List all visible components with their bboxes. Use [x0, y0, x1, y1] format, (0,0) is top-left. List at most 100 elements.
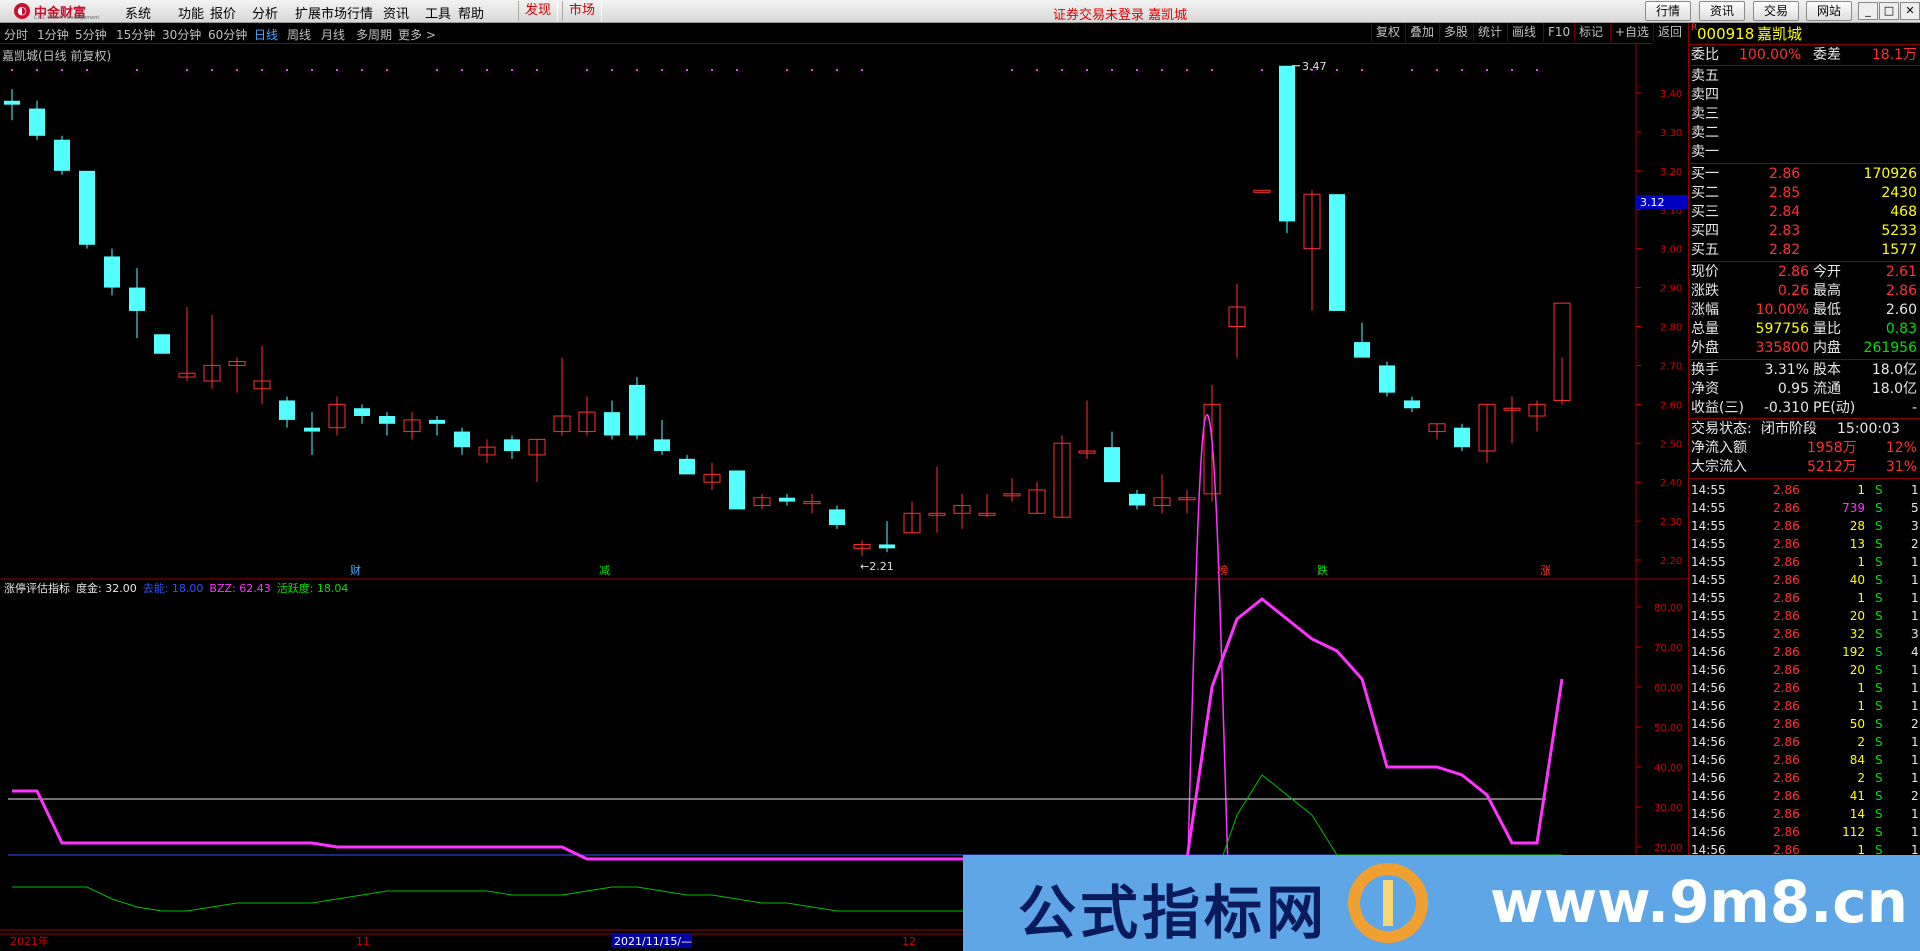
tick-row: 14:56 2.86 112 S 1 — [1689, 823, 1920, 841]
tick-time: 14:56 — [1691, 789, 1726, 803]
chart-tool-2[interactable]: 多股 — [1439, 23, 1472, 42]
close-button[interactable]: ✕ — [1900, 2, 1920, 20]
menu-item-0[interactable]: 系统 — [125, 3, 151, 22]
price-tick-label: 2.40 — [1660, 478, 1682, 489]
period-1[interactable]: 1分钟 — [37, 26, 69, 43]
stat-row: 总量 597756 量比 0.83 — [1689, 320, 1920, 339]
ask-label: 卖二 — [1691, 125, 1719, 141]
top-button-2[interactable]: 交易 — [1753, 1, 1800, 21]
event-marker-4: 涨 — [1540, 564, 1551, 577]
menu-item-3[interactable]: 分析 — [252, 3, 278, 22]
menu-item-1[interactable]: 功能 — [178, 3, 204, 22]
chart-tool-7[interactable]: +自选 — [1610, 23, 1653, 42]
signal-dot — [786, 69, 788, 71]
block-inflow-label: 大宗流入 — [1691, 459, 1747, 475]
tick-count: 1 — [1911, 483, 1919, 497]
tick-price: 2.86 — [1773, 789, 1800, 803]
tick-side: S — [1875, 753, 1883, 767]
candle-body — [879, 544, 895, 549]
bid-price: 2.85 — [1769, 185, 1801, 201]
stat-value: 597756 — [1755, 321, 1809, 337]
period-5[interactable]: 60分钟 — [208, 26, 247, 43]
tick-time: 14:55 — [1691, 591, 1726, 605]
candle-body — [379, 416, 395, 424]
price-tick-label: 2.90 — [1660, 284, 1682, 295]
fund-value: 18.0亿 — [1871, 362, 1917, 378]
signal-dot — [211, 69, 213, 71]
candle-body — [1129, 493, 1145, 506]
chart-tool-4[interactable]: 画线 — [1507, 23, 1540, 42]
bid-price: 2.84 — [1769, 204, 1801, 220]
menu-item-7[interactable]: 帮助 — [458, 3, 484, 22]
minimize-button[interactable]: _ — [1858, 2, 1878, 20]
period-8[interactable]: 月线 — [321, 26, 345, 43]
top-button-3[interactable]: 网站 — [1806, 1, 1853, 21]
tick-volume: 84 — [1849, 753, 1865, 767]
candle-body — [354, 408, 370, 417]
period-3[interactable]: 15分钟 — [116, 26, 155, 43]
tick-time: 14:56 — [1691, 771, 1726, 785]
candle-body — [654, 439, 670, 452]
logo-icon: ◐ — [14, 3, 30, 19]
tick-row: 14:55 2.86 1 S 1 — [1689, 589, 1920, 607]
event-marker-2: 榜 — [1217, 563, 1228, 577]
chart-tool-8[interactable]: 返回 — [1653, 23, 1686, 42]
tick-price: 2.86 — [1773, 807, 1800, 821]
tick-volume: 1 — [1857, 555, 1865, 569]
period-0[interactable]: 分时 — [4, 26, 28, 43]
stat-value: 2.86 — [1777, 264, 1809, 280]
period-6[interactable]: 日线 — [254, 26, 278, 43]
bid-label: 买五 — [1691, 242, 1719, 258]
login-status[interactable]: 证券交易未登录 嘉凯城 — [1053, 4, 1187, 23]
tab-market[interactable]: 市场 — [562, 1, 603, 21]
tick-count: 2 — [1911, 537, 1919, 551]
stat-row: 外盘 335800 内盘 261956 — [1689, 339, 1920, 358]
menu-item-2[interactable]: 报价 — [210, 3, 236, 22]
chart-tool-1[interactable]: 叠加 — [1405, 23, 1438, 42]
period-10[interactable]: 更多 > — [398, 26, 436, 43]
trade-status-label: 交易状态: — [1691, 421, 1752, 437]
fund-label: 流通 — [1813, 381, 1841, 397]
bid-row: 买一 2.86 170926 — [1689, 165, 1920, 184]
period-2[interactable]: 5分钟 — [75, 26, 107, 43]
tick-price: 2.86 — [1773, 591, 1800, 605]
candle-body — [504, 439, 520, 452]
ask-row: 卖四 — [1689, 86, 1920, 105]
signal-dot — [386, 69, 388, 71]
signal-dot — [1036, 69, 1038, 71]
tick-row: 14:56 2.86 50 S 2 — [1689, 715, 1920, 733]
tab-discover[interactable]: 发现 — [518, 1, 559, 21]
menu-item-5[interactable]: 资讯 — [383, 3, 409, 22]
wei-bi-value: 100.00% — [1739, 47, 1802, 63]
chart-tool-6[interactable]: 标记 — [1574, 23, 1607, 42]
tick-volume: 41 — [1849, 789, 1865, 803]
period-7[interactable]: 周线 — [287, 26, 311, 43]
chart-tool-5[interactable]: F10 — [1543, 23, 1574, 42]
menu-item-6[interactable]: 工具 — [425, 3, 451, 22]
bid-volume: 170926 — [1863, 166, 1917, 182]
tick-side: S — [1875, 699, 1883, 713]
tick-row: 14:56 2.86 2 S 1 — [1689, 769, 1920, 787]
signal-dot — [86, 69, 88, 71]
tick-price: 2.86 — [1773, 609, 1800, 623]
period-9[interactable]: 多周期 — [356, 26, 392, 43]
menu-item-4[interactable]: 扩展市场行情 — [295, 3, 373, 22]
tick-time: 14:55 — [1691, 501, 1726, 515]
ask-row: 卖二 — [1689, 124, 1920, 143]
block-inflow-value: 5212万 — [1807, 459, 1857, 475]
signal-dot — [1086, 69, 1088, 71]
chart-tool-3[interactable]: 统计 — [1473, 23, 1506, 42]
top-button-1[interactable]: 资讯 — [1699, 1, 1746, 21]
maximize-button[interactable]: □ — [1879, 2, 1899, 20]
period-4[interactable]: 30分钟 — [162, 26, 201, 43]
tick-row: 14:55 2.86 32 S 3 — [1689, 625, 1920, 643]
ask-row: 卖三 — [1689, 105, 1920, 124]
chart-tool-0[interactable]: 复权 — [1371, 23, 1404, 42]
top-button-0[interactable]: 行情 — [1645, 1, 1692, 21]
candle-body — [1454, 427, 1470, 448]
app-logo: ◐ 中金财富 CICC Wealth Management — [14, 2, 99, 21]
kline-chart[interactable]: 3.403.303.203.103.002.902.802.702.602.50… — [0, 44, 1688, 951]
tick-volume: 28 — [1849, 519, 1865, 533]
tick-side: S — [1875, 663, 1883, 677]
tick-side: S — [1875, 537, 1883, 551]
